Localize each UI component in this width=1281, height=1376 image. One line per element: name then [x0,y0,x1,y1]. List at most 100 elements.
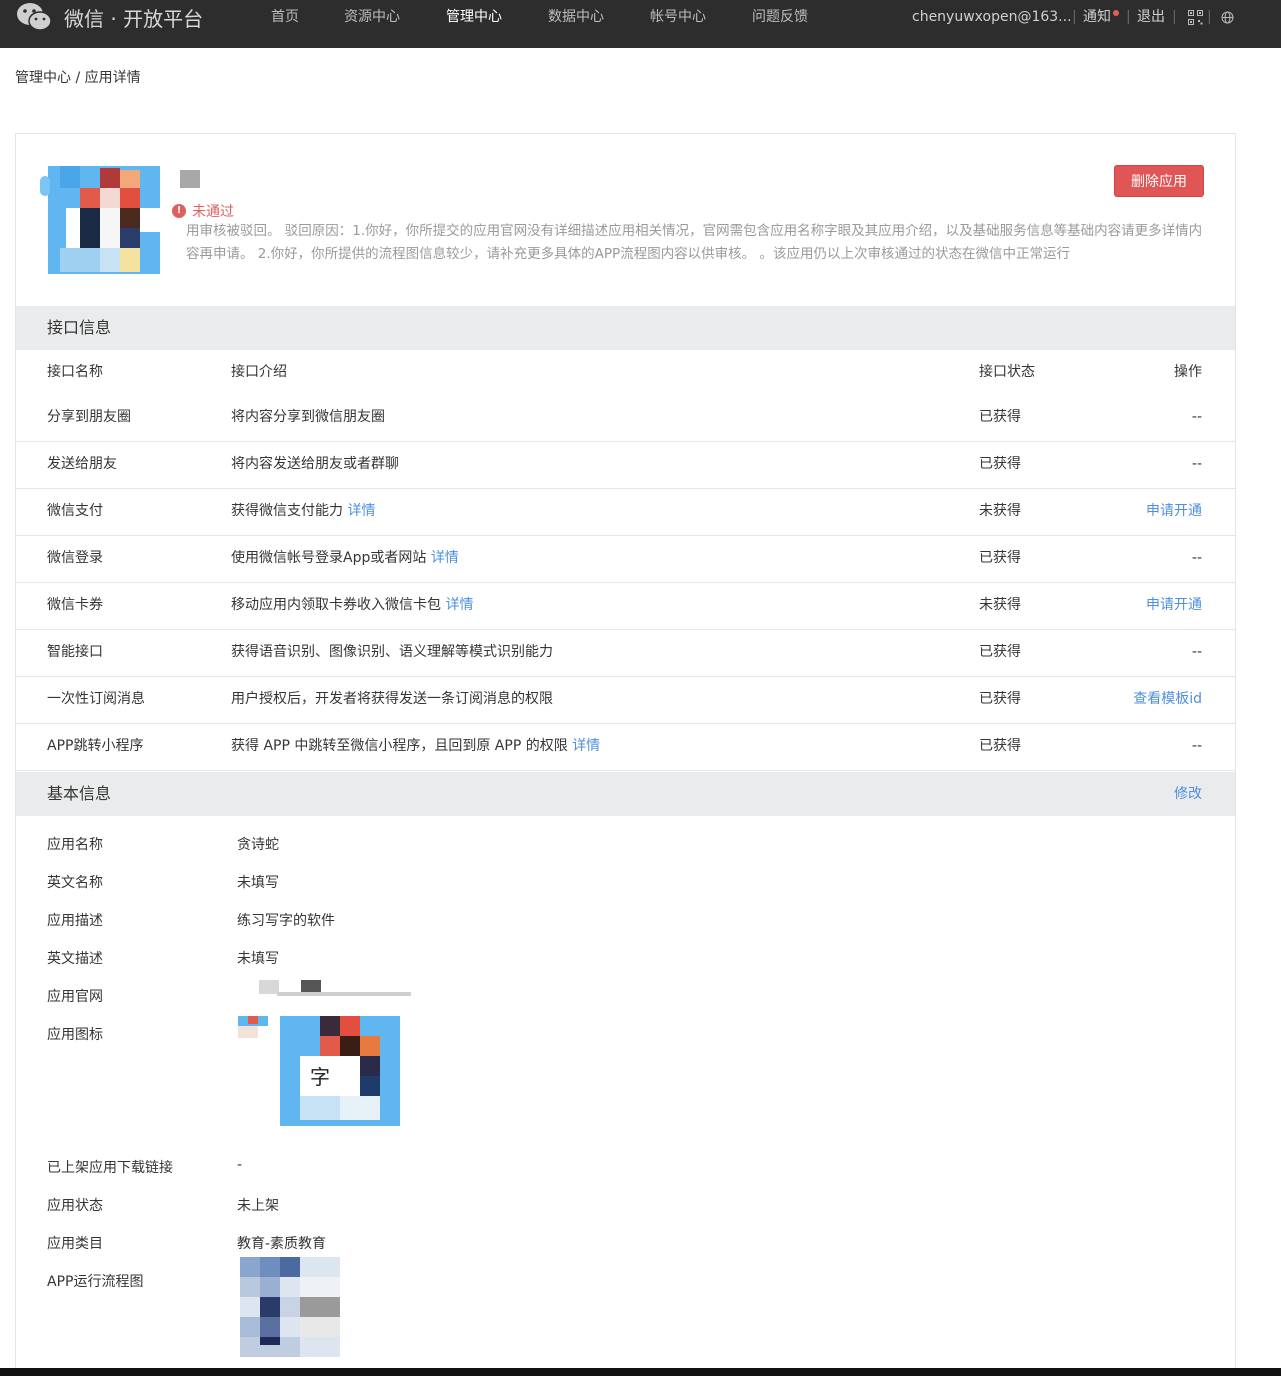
api-row: 一次性订阅消息 用户授权后，开发者将获得发送一条订阅消息的权限 已获得 查看模板id [16,677,1235,724]
api-action[interactable]: 申请开通 [1146,489,1202,534]
api-row: APP跳转小程序 获得 APP 中跳转至微信小程序，且回到原 APP 的权限 详情… [16,724,1235,771]
divider: | [1072,9,1077,25]
api-desc: 使用微信帐号登录App或者网站 详情 [231,536,459,581]
api-name: 分享到朋友圈 [47,409,131,425]
api-action: -- [1191,456,1202,472]
top-navigation-bar: 微信 · 开放平台 首页 资源中心 管理中心 数据中心 帐号中心 问题反馈 ch… [0,0,1281,48]
info-label: 应用状态 [47,1198,103,1214]
api-desc: 移动应用内领取卡券收入微信卡包 详情 [231,583,473,628]
api-status: 未获得 [979,597,1021,613]
info-label: 应用类目 [47,1236,103,1252]
app-icon [40,166,160,274]
nav-data[interactable]: 数据中心 [548,0,604,34]
api-desc-text: 获得语音识别、图像识别、语义理解等模式识别能力 [231,644,553,660]
nav-resources[interactable]: 资源中心 [344,0,400,34]
app-icon-large: 字 [280,1016,400,1126]
globe-icon[interactable] [1221,11,1234,24]
info-value: - [237,1157,243,1173]
api-name: 发送给朋友 [47,456,117,472]
qrcode-icon[interactable] [1188,10,1203,25]
api-section-title: 接口信息 [47,318,112,337]
api-status: 未获得 [979,503,1021,519]
api-name: 微信登录 [47,550,103,566]
api-status: 已获得 [979,691,1021,707]
nav-account[interactable]: 帐号中心 [650,0,706,34]
brand-logo[interactable]: 微信 · 开放平台 [16,0,203,34]
app-name-obscured [180,170,200,188]
basic-section-title: 基本信息 [47,784,112,803]
api-desc: 用户授权后，开发者将获得发送一条订阅消息的权限 [231,677,553,722]
app-icon-small [238,1016,268,1038]
api-action: -- [1191,738,1202,754]
api-row: 微信支付 获得微信支付能力 详情 未获得 申请开通 [16,489,1235,536]
col-header-action: 操作 [1174,364,1202,380]
brand-title: 微信 · 开放平台 [64,6,204,31]
nav-home[interactable]: 首页 [271,0,299,34]
info-value: 练习写字的软件 [237,913,335,929]
api-row: 微信卡券 移动应用内领取卡券收入微信卡包 详情 未获得 申请开通 [16,583,1235,630]
divider: | [1126,9,1131,25]
api-desc: 将内容分享到微信朋友圈 [231,395,385,440]
breadcrumb[interactable]: 管理中心 / 应用详情 [15,67,141,87]
api-row: 分享到朋友圈 将内容分享到微信朋友圈 已获得 -- [16,395,1235,442]
api-desc-text: 使用微信帐号登录App或者网站 [231,550,427,566]
edit-basic-info-link[interactable]: 修改 [1174,772,1202,816]
api-detail-link[interactable]: 详情 [445,597,473,613]
nav-management[interactable]: 管理中心 [446,0,502,34]
flowchart-thumbnail [240,1257,340,1357]
api-desc-text: 获得 APP 中跳转至微信小程序，且回到原 APP 的权限 [231,738,568,754]
info-label: 应用名称 [47,837,103,853]
api-action[interactable]: 查看模板id [1133,677,1202,722]
review-status-text: 未通过 [192,204,234,220]
notify-link[interactable]: 通知 [1083,0,1111,34]
api-name: 微信支付 [47,503,103,519]
api-desc-text: 用户授权后，开发者将获得发送一条订阅消息的权限 [231,691,553,707]
wechat-logo-icon [17,3,52,31]
col-header-desc: 接口介绍 [231,364,287,380]
reject-reason-text: 用审核被驳回。 驳回原因：1.你好，你所提交的应用官网没有详细描述应用相关情况，… [186,223,1203,262]
info-value: 未填写 [237,875,279,891]
bottom-edge [0,1368,1281,1376]
basic-section-header: 基本信息 修改 [16,772,1235,816]
api-desc: 获得 APP 中跳转至微信小程序，且回到原 APP 的权限 详情 [231,724,600,769]
api-name: 微信卡券 [47,597,103,613]
info-label: 应用图标 [47,1027,103,1043]
info-label: 应用描述 [47,913,103,929]
nav-feedback[interactable]: 问题反馈 [752,0,808,34]
info-label: 英文名称 [47,875,103,891]
api-detail-link[interactable]: 详情 [431,550,459,566]
svg-text:字: 字 [310,1065,330,1089]
api-desc-text: 移动应用内领取卡券收入微信卡包 [231,597,441,613]
api-detail-link[interactable]: 详情 [347,503,375,519]
api-desc: 获得语音识别、图像识别、语义理解等模式识别能力 [231,630,553,675]
api-table: 接口名称 接口介绍 接口状态 操作 分享到朋友圈 将内容分享到微信朋友圈已获得 --… [16,350,1235,771]
api-status: 已获得 [979,738,1021,754]
logout-link[interactable]: 退出 [1137,0,1165,34]
api-row: 智能接口 获得语音识别、图像识别、语义理解等模式识别能力 已获得 -- [16,630,1235,677]
api-desc-text: 获得微信支付能力 [231,503,343,519]
website-obscured [259,980,411,996]
api-action: -- [1191,550,1202,566]
info-label: 已上架应用下载链接 [47,1160,173,1176]
api-action: -- [1191,644,1202,660]
info-label: 应用官网 [47,989,103,1005]
app-detail-panel: ! 未通过 用审核被驳回。 驳回原因：1.你好，你所提交的应用官网没有详细描述应… [15,133,1236,1376]
api-status: 已获得 [979,456,1021,472]
api-status: 已获得 [979,644,1021,660]
api-action[interactable]: 申请开通 [1146,583,1202,628]
api-desc: 获得微信支付能力 详情 [231,489,375,534]
api-name: 智能接口 [47,644,103,660]
api-detail-link[interactable]: 详情 [572,738,600,754]
api-desc-text: 将内容分享到微信朋友圈 [231,409,385,425]
col-header-status: 接口状态 [979,364,1035,380]
review-status: ! 未通过 [172,201,234,221]
col-header-name: 接口名称 [47,364,103,380]
api-row: 发送给朋友 将内容发送给朋友或者群聊 已获得 -- [16,442,1235,489]
app-header: ! 未通过 用审核被驳回。 驳回原因：1.你好，你所提交的应用官网没有详细描述应… [16,134,1235,306]
api-name: 一次性订阅消息 [47,691,145,707]
api-name: APP跳转小程序 [47,738,144,754]
delete-app-button[interactable]: 删除应用 [1114,165,1204,197]
user-account-link[interactable]: chenyuwxopen@163... [912,0,1072,34]
api-action: -- [1191,409,1202,425]
divider: | [1172,9,1177,25]
